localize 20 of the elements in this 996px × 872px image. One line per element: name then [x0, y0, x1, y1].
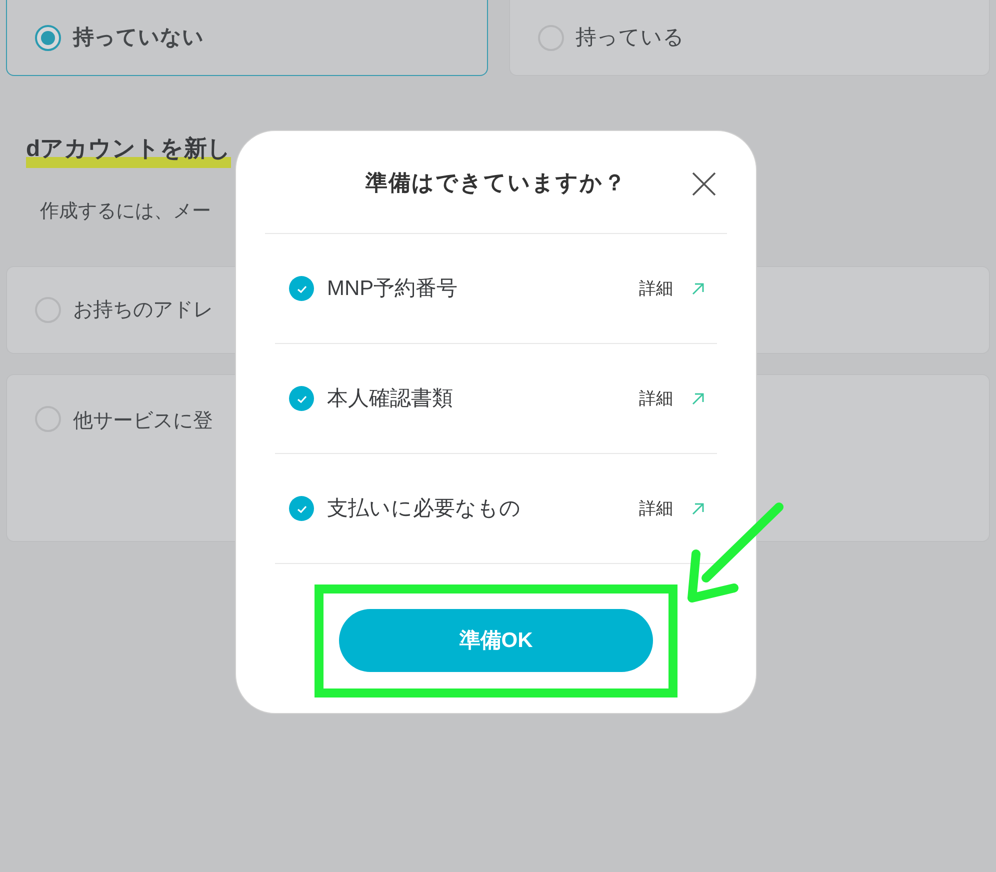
- external-link-icon: [691, 502, 705, 516]
- description-text: 作成するには、メー: [40, 200, 211, 222]
- option-label: お持ちのアドレ: [73, 298, 213, 323]
- details-link[interactable]: 詳細: [639, 496, 673, 522]
- dialog-title: 準備はできていますか？: [366, 168, 626, 196]
- choice-label: 持っている: [576, 25, 684, 52]
- choice-label: 持っていない: [73, 25, 204, 52]
- external-link-icon: [691, 282, 705, 296]
- option-label: 他サービスに登: [73, 409, 213, 434]
- close-icon: [691, 171, 717, 197]
- choice-card[interactable]: 持っていない: [6, 0, 488, 76]
- item-label: 支払いに必要なもの: [327, 496, 521, 522]
- radio-button[interactable]: [35, 25, 61, 51]
- external-link-icon: [691, 392, 705, 406]
- close-button[interactable]: [691, 171, 717, 197]
- choice-card[interactable]: 持っている: [508, 0, 990, 76]
- item-label: 本人確認書類: [327, 386, 453, 412]
- details-link[interactable]: 詳細: [639, 386, 673, 412]
- details-link[interactable]: 詳細: [639, 276, 673, 302]
- item-label: MNP予約番号: [327, 276, 458, 302]
